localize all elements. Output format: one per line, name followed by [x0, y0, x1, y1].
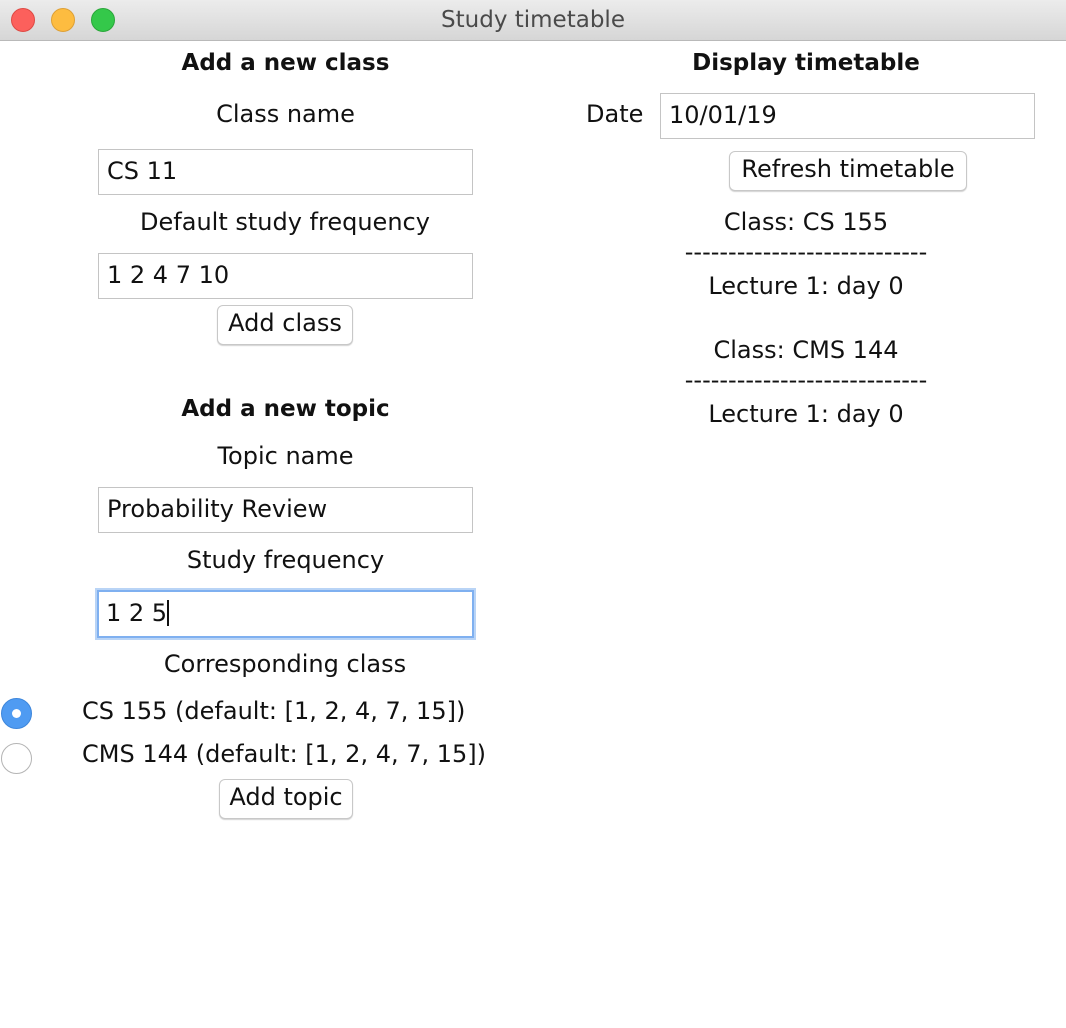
- timetable-lecture-entry: Lecture 1: day 0: [708, 272, 904, 300]
- timetable-separator: ----------------------------: [684, 366, 928, 394]
- class-name-input[interactable]: CS 11: [98, 149, 473, 195]
- add-topic-button[interactable]: Add topic: [219, 779, 353, 819]
- window-titlebar: Study timetable: [0, 0, 1066, 41]
- default-frequency-input[interactable]: 1 2 4 7 10: [98, 253, 473, 299]
- class-option-label-cs155[interactable]: CS 155 (default: [1, 2, 4, 7, 15]): [82, 697, 465, 725]
- class-name-label: Class name: [216, 100, 355, 128]
- timetable-separator: ----------------------------: [684, 238, 928, 266]
- date-label: Date: [586, 100, 644, 128]
- timetable-class-heading: Class: CMS 144: [713, 336, 899, 364]
- date-input[interactable]: 10/01/19: [660, 93, 1035, 139]
- topic-name-input[interactable]: Probability Review: [98, 487, 473, 533]
- timetable-class-heading: Class: CS 155: [723, 208, 889, 236]
- topic-name-label: Topic name: [217, 442, 354, 470]
- timetable-lecture-entry: Lecture 1: day 0: [708, 400, 904, 428]
- default-frequency-label: Default study frequency: [140, 208, 430, 236]
- add-class-heading: Add a new class: [181, 50, 390, 76]
- study-frequency-input[interactable]: 1 2 5: [97, 590, 474, 638]
- text-caret: [167, 600, 170, 626]
- study-frequency-value: 1 2 5: [106, 599, 168, 627]
- add-topic-heading: Add a new topic: [181, 396, 390, 422]
- refresh-timetable-button[interactable]: Refresh timetable: [729, 151, 967, 191]
- window-title: Study timetable: [441, 7, 625, 33]
- study-frequency-label: Study frequency: [186, 546, 385, 574]
- add-class-button[interactable]: Add class: [217, 305, 353, 345]
- class-option-label-cms144[interactable]: CMS 144 (default: [1, 2, 4, 7, 15]): [82, 740, 486, 768]
- class-radio-cms144[interactable]: [1, 743, 32, 774]
- display-timetable-heading: Display timetable: [692, 50, 920, 76]
- corresponding-class-label: Corresponding class: [163, 650, 407, 678]
- class-radio-cs155[interactable]: [1, 698, 32, 729]
